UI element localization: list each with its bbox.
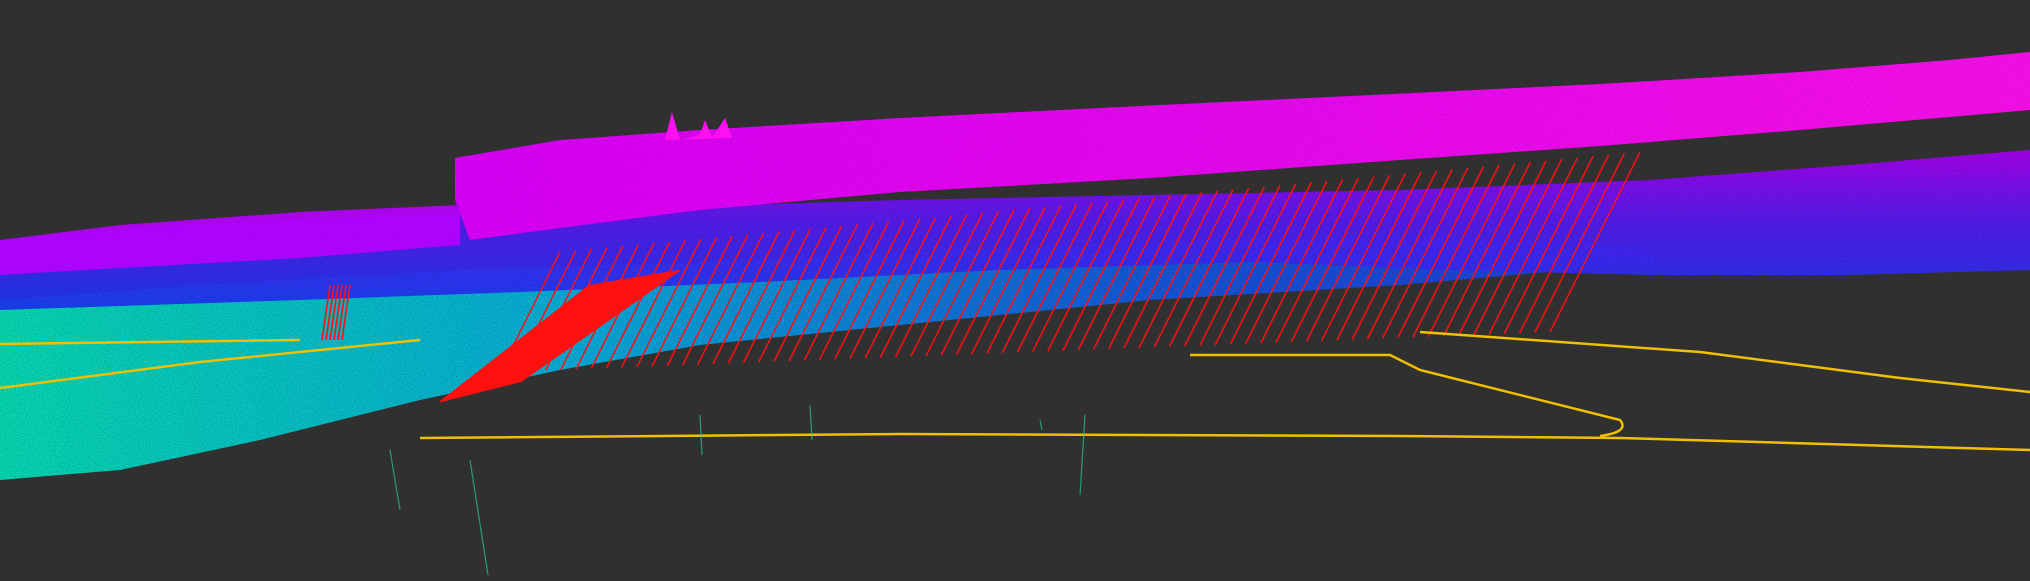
noise-point bbox=[1039, 419, 1043, 431]
trajectory-right bbox=[1419, 330, 2030, 394]
noise-point bbox=[1079, 414, 1086, 496]
trajectory-loop bbox=[1190, 353, 1624, 438]
3d-viewport[interactable] bbox=[0, 0, 2030, 581]
noise-point bbox=[389, 449, 401, 511]
noise-point bbox=[469, 459, 489, 576]
noise-points bbox=[389, 404, 1086, 576]
trajectory-lower bbox=[419, 432, 2030, 452]
structure-spike bbox=[665, 112, 732, 140]
point-cloud-scene[interactable] bbox=[0, 0, 2030, 581]
